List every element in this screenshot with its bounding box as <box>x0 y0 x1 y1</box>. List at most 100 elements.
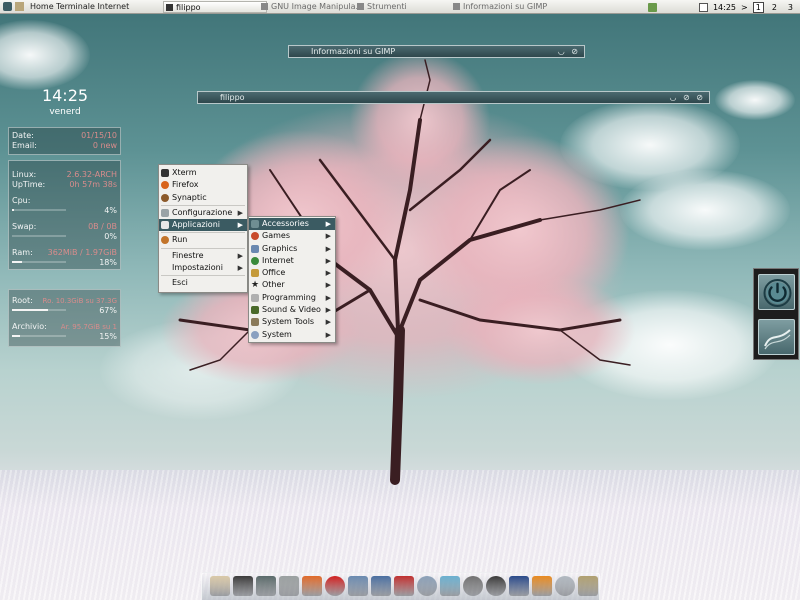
taskbar-item-strumenti[interactable]: Strumenti <box>355 1 453 13</box>
other-icon: ★ <box>251 280 260 291</box>
submenu-arrow-icon: ▶ <box>325 293 331 302</box>
games-icon <box>251 232 259 241</box>
ram-usage-bar <box>12 261 66 263</box>
network-icon[interactable] <box>647 2 657 12</box>
panel-menu-icon[interactable] <box>3 2 12 11</box>
settings-icon[interactable] <box>279 576 299 596</box>
tools-icon[interactable] <box>578 576 598 596</box>
home-folder-icon[interactable] <box>15 2 24 11</box>
desktop-switch-2[interactable]: 2 <box>769 2 780 13</box>
menu-item-synaptic[interactable]: Synaptic <box>159 192 247 204</box>
conky-percent: 15% <box>99 332 117 341</box>
disk-icon[interactable] <box>555 576 575 596</box>
conky-value: 362MiB / 1.97GiB <box>47 248 117 257</box>
menu-item-label: Synaptic <box>172 192 207 202</box>
menu-item-sound-video[interactable]: Sound & Video ▶ <box>249 304 335 316</box>
taskbar-item-label: filippo <box>176 3 201 12</box>
chat-icon[interactable] <box>417 576 437 596</box>
taskbar-item-gimp[interactable]: GNU Image Manipula... <box>259 1 357 13</box>
menu-item-applicazioni[interactable]: Applicazioni ▶ <box>159 219 247 232</box>
window-controls[interactable]: ◡ ⊘ <box>558 46 580 57</box>
menu-item-internet[interactable]: Internet ▶ <box>249 255 335 267</box>
firefox-icon <box>161 181 169 190</box>
conky-time: 14:25 <box>41 86 89 105</box>
menu-item-label: Programming <box>262 292 316 302</box>
terminal-icon <box>166 4 173 11</box>
submenu-arrow-icon: ▶ <box>237 264 243 273</box>
menu-item-system-tools[interactable]: System Tools ▶ <box>249 316 335 328</box>
gimp-about-window-titlebar[interactable]: Informazioni su GIMP ◡ ⊘ <box>288 45 585 58</box>
menu-item-label: Firefox <box>172 180 199 190</box>
accessories-icon <box>251 220 259 228</box>
internet-icon <box>251 256 259 265</box>
conky-label: UpTime: <box>12 180 46 189</box>
launcher-button[interactable] <box>758 319 795 355</box>
firefox-icon[interactable] <box>302 576 322 596</box>
menu-item-accessories[interactable]: Accessories ▶ <box>249 218 335 231</box>
desktop-switch-1[interactable]: 1 <box>752 1 764 13</box>
menu-item-programming[interactable]: Programming ▶ <box>249 292 335 304</box>
submenu-arrow-icon: ▶ <box>325 330 331 339</box>
panel-clock[interactable]: 14:25 <box>713 3 736 12</box>
swap-usage-bar <box>12 235 66 237</box>
window-title: filippo <box>220 93 245 102</box>
applications-submenu: Accessories ▶ Games ▶ Graphics ▶ Interne… <box>248 216 336 343</box>
menu-item-games[interactable]: Games ▶ <box>249 230 335 242</box>
opera-icon[interactable] <box>325 576 345 596</box>
menu-item-firefox[interactable]: Firefox <box>159 179 247 191</box>
gimp-icon[interactable] <box>463 576 483 596</box>
photo-icon[interactable] <box>440 576 460 596</box>
monitor-icon[interactable] <box>371 576 391 596</box>
menu-item-run[interactable]: Run <box>159 234 247 246</box>
taskbar-item-terminal[interactable]: filippo <box>163 1 267 13</box>
submenu-arrow-icon: ▶ <box>237 208 243 217</box>
synaptic-icon <box>161 193 169 202</box>
conky-label: Cpu: <box>12 196 31 205</box>
conky-label: Swap: <box>12 222 37 231</box>
mail-icon[interactable] <box>348 576 368 596</box>
menu-separator <box>161 232 245 234</box>
wave-icon <box>764 329 791 350</box>
menu-item-finestre[interactable]: Finestre ▶ <box>159 250 247 262</box>
applications-icon <box>161 221 169 230</box>
terminal-window-titlebar[interactable]: filippo ◡ ⊘ ⊘ <box>197 91 710 104</box>
menu-separator <box>161 275 245 277</box>
menu-item-label: Games <box>262 231 290 241</box>
conky-clock: 14:25 venerd <box>10 86 120 118</box>
submenu-arrow-icon: ▶ <box>237 251 243 260</box>
menu-item-other[interactable]: ★ Other ▶ <box>249 279 335 291</box>
taskbar-item-gimp-about[interactable]: Informazioni su GIMP <box>451 1 561 13</box>
menu-item-label: Impostazioni <box>172 263 223 273</box>
conky-percent: 4% <box>104 206 117 215</box>
panel-launchers[interactable]: Home Terminale Internet <box>30 2 129 11</box>
conky-value: 2.6.32-ARCH <box>66 170 117 179</box>
menu-item-graphics[interactable]: Graphics ▶ <box>249 243 335 255</box>
menu-item-impostazioni[interactable]: Impostazioni ▶ <box>159 262 247 274</box>
terminal-icon[interactable] <box>233 576 253 596</box>
home-icon[interactable] <box>210 576 230 596</box>
mail-icon[interactable] <box>698 2 708 12</box>
panel-arrow[interactable]: > <box>741 3 748 12</box>
menu-item-label: Configurazione <box>172 207 233 217</box>
image-viewer-icon[interactable] <box>256 576 276 596</box>
vlc-icon[interactable] <box>532 576 552 596</box>
music-icon[interactable] <box>394 576 414 596</box>
window-controls[interactable]: ◡ ⊘ ⊘ <box>670 92 705 103</box>
shutdown-button[interactable] <box>758 274 795 310</box>
system-icon <box>251 330 259 339</box>
conky-value: 01/15/10 <box>81 131 117 140</box>
submenu-arrow-icon: ▶ <box>325 306 331 315</box>
menu-item-system[interactable]: System ▶ <box>249 329 335 341</box>
menu-item-office[interactable]: Office ▶ <box>249 267 335 279</box>
submenu-arrow-icon: ▶ <box>237 221 243 230</box>
programming-icon <box>251 293 259 302</box>
bottom-dock <box>201 572 600 600</box>
menu-item-label: System <box>262 329 292 339</box>
menu-item-configurazione[interactable]: Configurazione ▶ <box>159 207 247 219</box>
menu-item-esci[interactable]: Esci <box>159 277 247 289</box>
camera-icon[interactable] <box>486 576 506 596</box>
submenu-arrow-icon: ▶ <box>325 281 331 290</box>
desktop-switch-3[interactable]: 3 <box>785 2 796 13</box>
menu-item-xterm[interactable]: Xterm <box>159 167 247 179</box>
video-icon[interactable] <box>509 576 529 596</box>
